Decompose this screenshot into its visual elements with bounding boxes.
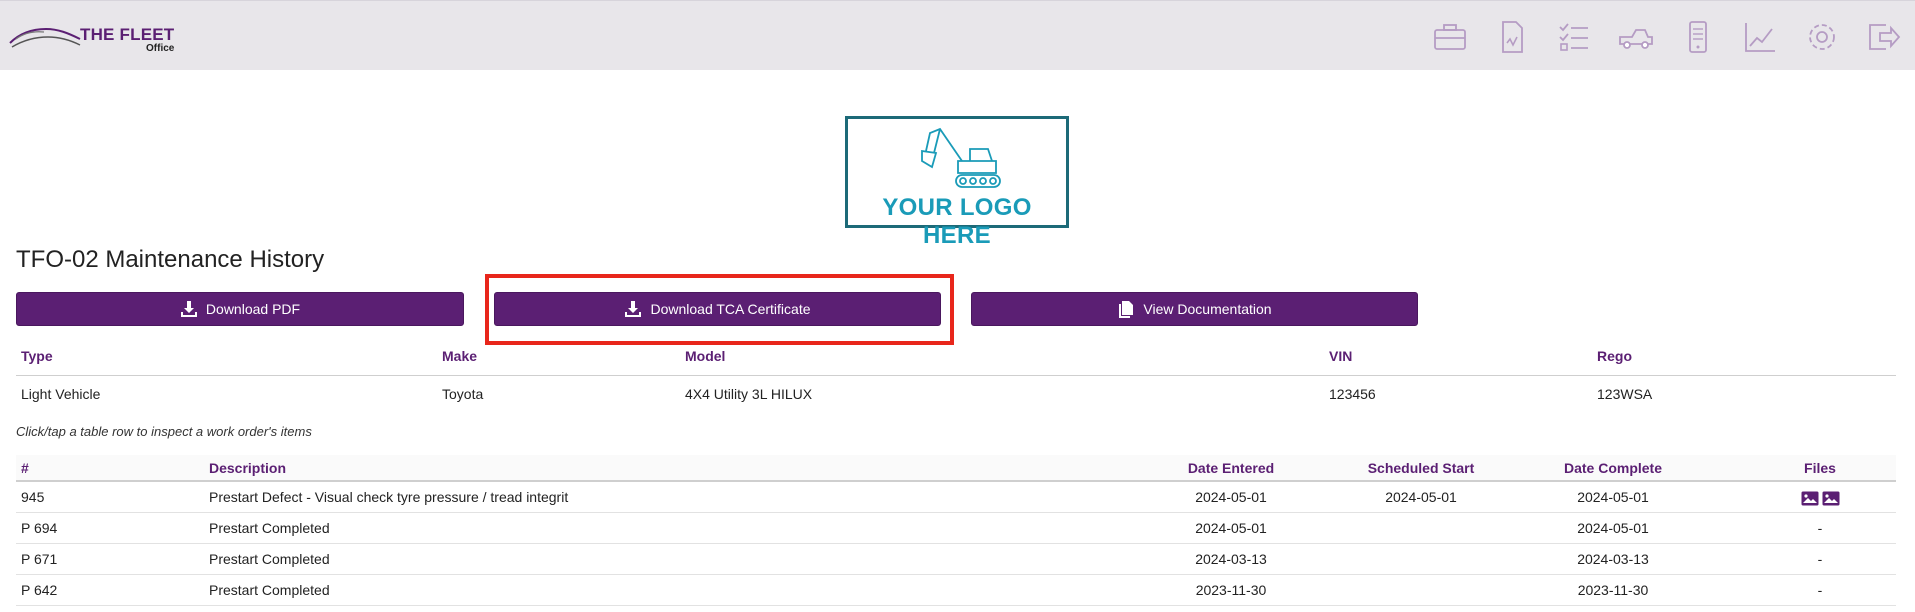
toolbox-icon: [1434, 24, 1466, 50]
nav-analytics[interactable]: [1729, 17, 1791, 57]
checklist-icon: [1559, 23, 1588, 51]
image-file-icon[interactable]: [1822, 491, 1840, 506]
gear-icon: [1809, 24, 1835, 50]
row-date-complete: 2023-11-30: [1577, 582, 1649, 598]
logo-placeholder-text: YOUR LOGO HERE: [882, 194, 1032, 249]
download-icon: [180, 301, 197, 317]
vehicle-header-model: Model: [685, 348, 726, 364]
row-date-complete: 2024-05-01: [1577, 489, 1649, 505]
work-orders-table: # Description Date Entered Scheduled Sta…: [16, 455, 1896, 606]
row-date-entered: 2024-03-13: [1195, 551, 1267, 567]
report-icon: [1502, 21, 1523, 53]
vehicle-values-row: Light Vehicle Toyota 4X4 Utility 3L HILU…: [16, 376, 1896, 408]
vehicle-header-row: Type Make Model VIN Rego: [16, 344, 1896, 376]
row-files: -: [1817, 551, 1823, 567]
vehicle-details-table: Type Make Model VIN Rego Light Vehicle T…: [16, 344, 1896, 408]
brand-logo[interactable]: THE FLEET Office: [8, 17, 188, 57]
vehicle-header-type: Type: [21, 348, 53, 364]
row-date-entered: 2023-11-30: [1195, 582, 1267, 598]
nav-toolbox[interactable]: [1419, 17, 1481, 57]
page-title: TFO-02 Maintenance History: [16, 246, 325, 273]
vehicle-header-vin: VIN: [1329, 348, 1353, 364]
header-description: Description: [209, 460, 287, 476]
row-description: Prestart Completed: [209, 582, 330, 598]
download-pdf-button[interactable]: Download PDF: [16, 292, 464, 326]
image-file-icon[interactable]: [1801, 491, 1819, 506]
vehicle-icon: [1619, 29, 1653, 49]
nav-mobile[interactable]: [1667, 17, 1729, 57]
excavator-icon: [921, 127, 1001, 188]
header-date-complete: Date Complete: [1563, 460, 1663, 476]
top-navigation-bar: THE FLEET Office: [0, 0, 1915, 70]
brand-title: THE FLEET: [80, 25, 175, 44]
view-documentation-label: View Documentation: [1143, 301, 1272, 317]
row-description: Prestart Completed: [209, 551, 330, 567]
header-number: #: [21, 460, 29, 476]
table-row[interactable]: 945 Prestart Defect - Visual check tyre …: [16, 482, 1896, 513]
logout-icon: [1869, 24, 1901, 50]
header-scheduled-start: Scheduled Start: [1367, 460, 1475, 476]
nav-settings[interactable]: [1791, 17, 1853, 57]
row-description: Prestart Completed: [209, 520, 330, 536]
header-files: Files: [1804, 460, 1836, 476]
row-date-entered: 2024-05-01: [1195, 520, 1267, 536]
table-hint: Click/tap a table row to inspect a work …: [16, 424, 312, 439]
table-row[interactable]: P 671 Prestart Completed 2024-03-13 2024…: [16, 544, 1896, 575]
header-date-entered: Date Entered: [1187, 460, 1275, 476]
company-logo: YOUR LOGO HERE: [845, 116, 1069, 249]
vehicle-type-value: Light Vehicle: [21, 386, 101, 402]
work-orders-header-row: # Description Date Entered Scheduled Sta…: [16, 455, 1896, 482]
row-files: -: [1817, 582, 1823, 598]
chart-icon: [1745, 23, 1775, 52]
documents-icon: [1119, 301, 1134, 318]
download-pdf-label: Download PDF: [205, 301, 301, 317]
fleet-car-icon: [9, 27, 81, 48]
nav-vehicles[interactable]: [1605, 17, 1667, 57]
vehicle-header-rego: Rego: [1597, 348, 1632, 364]
row-number: 945: [21, 489, 45, 505]
brand-subtitle: Office: [146, 43, 175, 54]
row-description: Prestart Defect - Visual check tyre pres…: [209, 489, 569, 505]
nav-logout[interactable]: [1853, 17, 1915, 57]
view-documentation-button[interactable]: View Documentation: [971, 292, 1418, 326]
table-row[interactable]: P 694 Prestart Completed 2024-05-01 2024…: [16, 513, 1896, 544]
nav-checklists[interactable]: [1543, 17, 1605, 57]
row-number: P 694: [21, 520, 58, 536]
row-number: P 642: [21, 582, 58, 598]
row-number: P 671: [21, 551, 58, 567]
mobile-icon: [1689, 21, 1707, 53]
main-nav: [1419, 17, 1915, 57]
vehicle-model-value: 4X4 Utility 3L HILUX: [685, 386, 813, 402]
row-files: [1760, 482, 1880, 513]
vehicle-rego-value: 123WSA: [1597, 386, 1653, 402]
vehicle-make-value: Toyota: [442, 386, 484, 402]
row-date-complete: 2024-05-01: [1577, 520, 1649, 536]
vehicle-header-make: Make: [442, 348, 478, 364]
row-date-complete: 2024-03-13: [1577, 551, 1649, 567]
row-files: -: [1817, 520, 1823, 536]
row-date-entered: 2024-05-01: [1195, 489, 1267, 505]
nav-reports[interactable]: [1481, 17, 1543, 57]
table-row[interactable]: P 642 Prestart Completed 2023-11-30 2023…: [16, 575, 1896, 606]
vehicle-vin-value: 123456: [1329, 386, 1376, 402]
row-scheduled-start: 2024-05-01: [1385, 489, 1457, 505]
highlight-box: [485, 274, 954, 345]
